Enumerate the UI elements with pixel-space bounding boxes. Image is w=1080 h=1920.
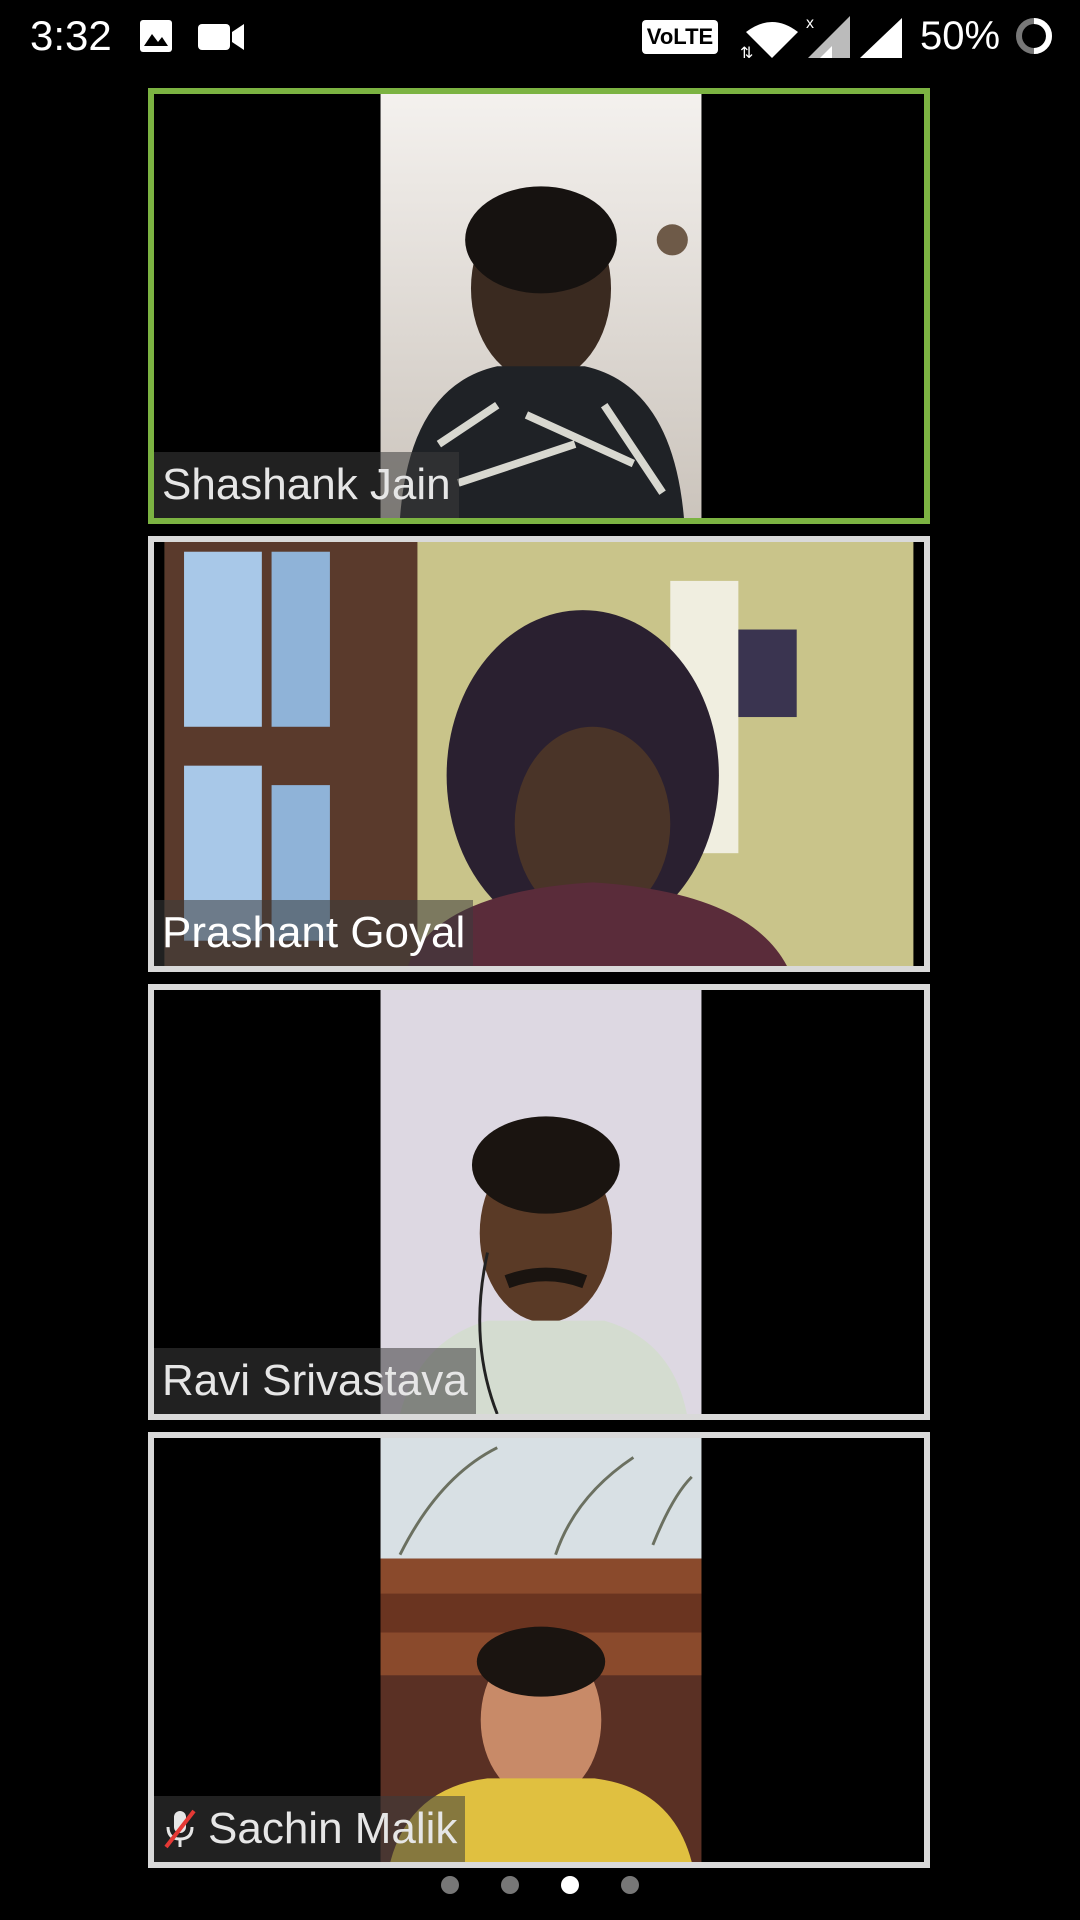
- participant-name-label: Prashant Goyal: [154, 900, 474, 966]
- participant-name: Prashant Goyal: [162, 908, 466, 957]
- page-dot-4[interactable]: [621, 1876, 639, 1894]
- image-icon: [140, 20, 172, 52]
- page-dot-3[interactable]: [561, 1876, 579, 1894]
- participant-name-label: Shashank Jain: [154, 452, 459, 518]
- participant-name-label: Ravi Srivastava: [154, 1348, 476, 1414]
- volte-icon: VoLTE: [642, 20, 718, 54]
- page-indicator: [0, 1876, 1080, 1900]
- participant-tile-shashank-jain[interactable]: Shashank Jain: [148, 88, 930, 524]
- participant-name: Ravi Srivastava: [162, 1356, 468, 1405]
- mic-muted-icon: [164, 1809, 196, 1849]
- participant-tile-sachin-malik[interactable]: Sachin Malik: [148, 1432, 930, 1868]
- battery-ring-icon: [1016, 18, 1052, 54]
- signal-x-icon: x: [806, 15, 850, 58]
- participant-name-label: Sachin Malik: [154, 1796, 466, 1862]
- svg-text:⇅: ⇅: [740, 45, 753, 60]
- status-time: 3:32: [30, 12, 112, 59]
- page-dot-1[interactable]: [441, 1876, 459, 1894]
- participant-name: Sachin Malik: [208, 1804, 458, 1853]
- battery-percent: 50%: [920, 14, 1001, 58]
- signal-icon: [860, 18, 902, 58]
- participant-name: Shashank Jain: [162, 460, 451, 509]
- video-camera-icon: [198, 24, 244, 50]
- participant-tile-ravi-srivastava[interactable]: Ravi Srivastava: [148, 984, 930, 1420]
- participant-tile-prashant-goyal[interactable]: Prashant Goyal: [148, 536, 930, 972]
- status-bar: 3:32 VoLTE ⇅ x 50%: [0, 0, 1080, 72]
- svg-text:x: x: [806, 15, 814, 32]
- wifi-icon: ⇅: [740, 22, 798, 60]
- page-dot-2[interactable]: [501, 1876, 519, 1894]
